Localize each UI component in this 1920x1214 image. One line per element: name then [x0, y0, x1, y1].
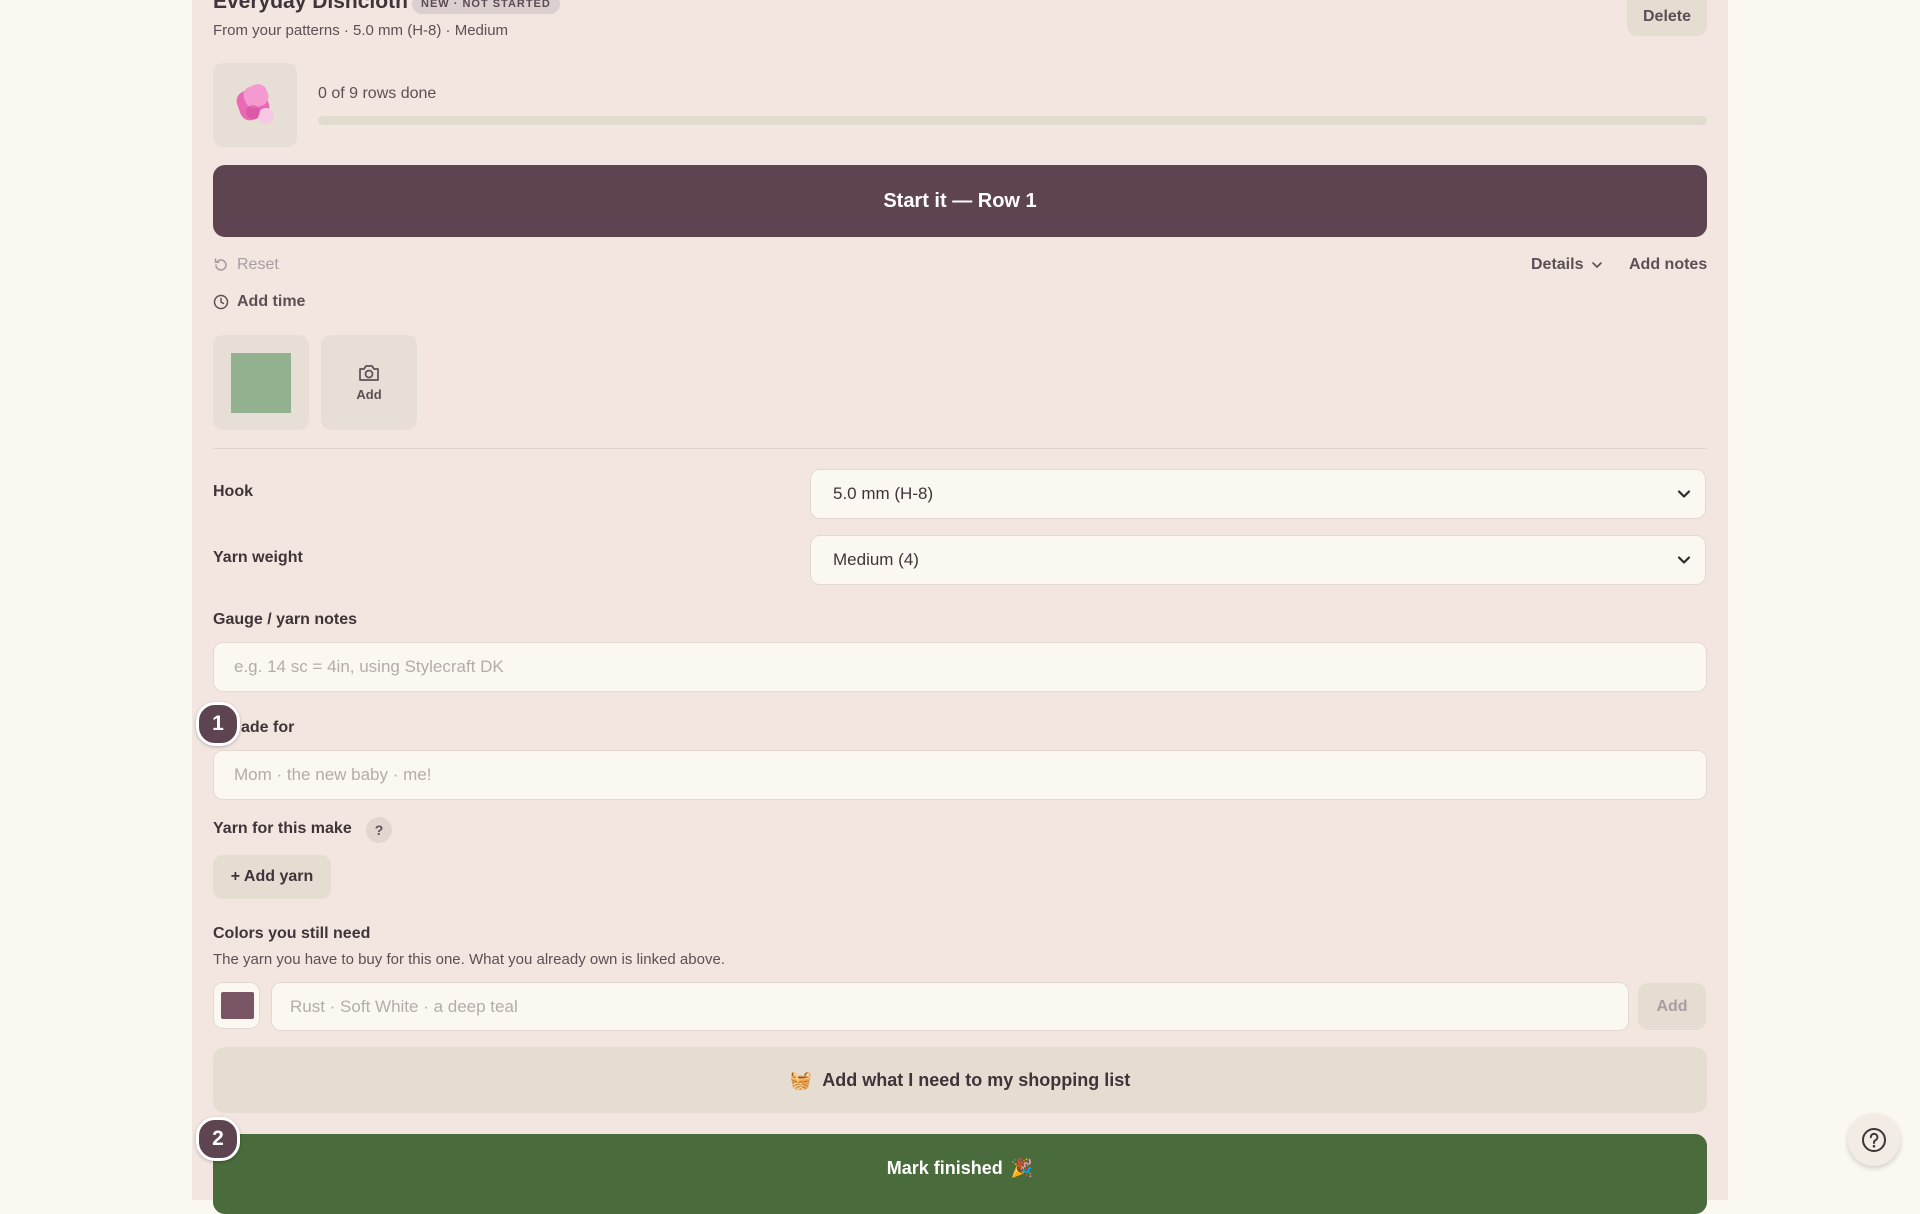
mark-finished-button[interactable]: Mark finished 🎉	[213, 1134, 1707, 1214]
pink-yarn-ball-icon	[236, 84, 274, 124]
colors-helper-text: The yarn you have to buy for this one. W…	[213, 951, 725, 968]
status-badge: NEW · NOT STARTED	[412, 0, 560, 14]
basket-icon: 🧺	[789, 1069, 813, 1090]
color-picker[interactable]	[213, 982, 260, 1029]
details-label: Details	[1531, 256, 1584, 273]
yarn-weight-label: Yarn weight	[213, 549, 303, 566]
photo-image	[231, 353, 291, 413]
color-swatch	[221, 992, 254, 1019]
camera-icon	[359, 365, 379, 381]
color-name-input[interactable]: Rust · Soft White · a deep teal	[271, 982, 1629, 1031]
add-notes-button[interactable]: Add notes	[1629, 256, 1707, 274]
start-row-button[interactable]: Start it — Row 1	[213, 165, 1707, 237]
clock-icon	[213, 294, 229, 310]
project-subtitle: From your patterns · 5.0 mm (H-8) · Medi…	[213, 22, 509, 39]
add-time-label: Add time	[237, 293, 306, 310]
add-to-shopping-list-button[interactable]: 🧺 Add what I need to my shopping list	[213, 1047, 1707, 1113]
gauge-notes-input[interactable]: e.g. 14 sc = 4in, using Stylecraft DK	[213, 642, 1707, 692]
yarn-help-button[interactable]: ?	[366, 817, 392, 843]
hook-select-value: 5.0 mm (H-8)	[833, 484, 934, 503]
reset-icon	[214, 258, 227, 271]
project-thumbnail	[213, 63, 297, 147]
rows-progress-bar	[318, 116, 1707, 125]
chevron-down-icon	[1592, 262, 1603, 268]
made-for-label: ade for	[241, 719, 295, 736]
yarn-weight-select[interactable]: Medium (4)	[810, 535, 1706, 585]
color-name-placeholder: Rust · Soft White · a deep teal	[290, 996, 518, 1016]
made-for-input[interactable]: Mom · the new baby · me!	[213, 750, 1707, 800]
step-marker-1: 1	[196, 702, 240, 746]
made-for-placeholder: Mom · the new baby · me!	[234, 765, 432, 784]
gauge-label: Gauge / yarn notes	[213, 611, 358, 628]
help-button[interactable]	[1848, 1114, 1900, 1166]
chevron-down-icon	[1677, 490, 1691, 498]
project-title: Everyday Dishcloth	[213, 0, 408, 13]
chevron-down-icon	[1677, 556, 1691, 564]
hook-label: Hook	[213, 483, 253, 500]
gauge-notes-placeholder: e.g. 14 sc = 4in, using Stylecraft DK	[234, 657, 504, 676]
section-divider	[213, 448, 1707, 449]
colors-label: Colors you still need	[213, 925, 371, 942]
details-toggle[interactable]: Details	[1531, 256, 1603, 274]
add-photo-label: Add	[356, 387, 382, 402]
help-icon	[1862, 1128, 1886, 1152]
delete-button[interactable]: Delete	[1627, 0, 1707, 36]
party-popper-icon: 🎉	[1010, 1158, 1034, 1178]
mark-finished-label: Mark finished	[886, 1158, 1003, 1178]
reset-button[interactable]: Reset	[213, 256, 279, 274]
add-photo-button[interactable]: Add	[321, 335, 417, 430]
project-photo[interactable]	[213, 335, 309, 430]
add-yarn-button[interactable]: + Add yarn	[213, 855, 331, 899]
step-marker-2: 2	[196, 1117, 240, 1161]
hook-select[interactable]: 5.0 mm (H-8)	[810, 469, 1706, 519]
add-time-button[interactable]: Add time	[213, 293, 305, 311]
yarn-weight-select-value: Medium (4)	[833, 550, 919, 569]
shopping-list-label: Add what I need to my shopping list	[822, 1069, 1131, 1090]
reset-label: Reset	[237, 256, 279, 273]
add-color-button[interactable]: Add	[1638, 983, 1706, 1030]
yarn-label: Yarn for this make	[213, 820, 352, 837]
rows-progress-text: 0 of 9 rows done	[318, 85, 437, 102]
